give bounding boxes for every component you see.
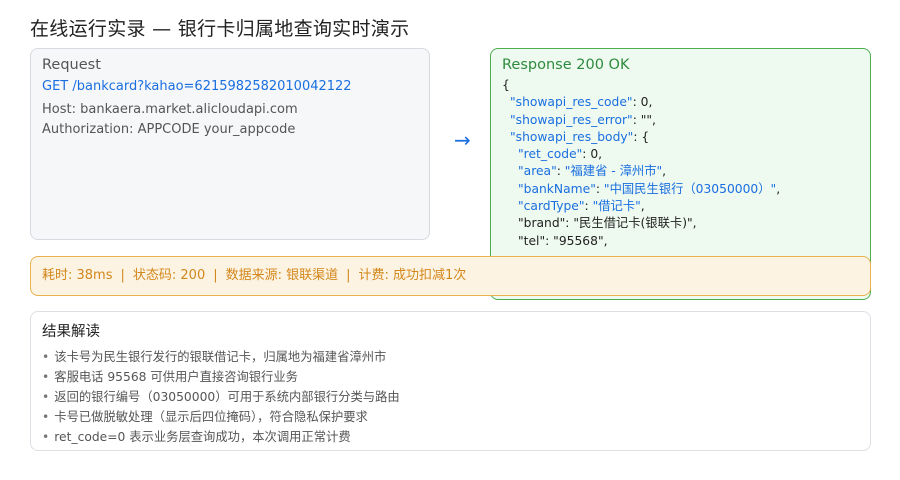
result-item-text: 客服电话 95568 可供用户直接咨询银行业务 [54,370,298,384]
arrow-right-icon: → [454,128,471,152]
result-item-text: 返回的银行编号（03050000）可用于系统内部银行分类与路由 [54,390,400,404]
request-host: Host: bankaera.market.alicloudapi.com [42,102,298,117]
json-text: : "", [632,112,656,127]
request-label: Request [42,57,101,73]
metric-separator: | [346,268,351,283]
list-item: • 该卡号为民生银行发行的银联借记卡，归属地为福建省漳州市 [42,347,859,367]
response-line: "showapi_res_code": 0, [502,94,859,111]
list-item: • 卡号已做脱敏处理（显示后四位掩码），符合隐私保护要求 [42,407,859,427]
response-line: "area": "福建省 - 漳州市", [502,163,859,180]
bullet-icon: • [42,410,50,424]
list-item: • 客服电话 95568 可供用户直接咨询银行业务 [42,367,859,387]
bullet-icon: • [42,370,50,384]
response-line: "brand": "民生借记卡(银联卡)", [502,215,859,232]
metric-source: 数据来源: 银联渠道 [225,268,339,283]
json-text: { [502,78,510,92]
metric-separator: | [120,268,125,283]
json-text: "brand": "民生借记卡(银联卡)", [518,216,697,231]
response-line: "showapi_res_body": { [502,129,859,146]
json-key: "bankName" [518,181,596,196]
json-string: "借记卡" [592,199,641,214]
json-text: "tel": "95568", [518,233,608,248]
bullet-icon: • [42,430,50,444]
response-line: "cardType": "借记卡", [502,198,859,215]
response-json: {"showapi_res_code": 0, "showapi_res_erro… [502,77,859,250]
json-text: : 0, [582,147,603,162]
result-label: 结果解读 [42,324,100,340]
result-item-text: ret_code=0 表示业务层查询成功，本次调用正常计费 [54,430,351,444]
request-url[interactable]: GET /bankcard?kahao=6215982582010042122 [42,77,418,97]
json-text: : { [633,129,650,144]
metric-status: 状态码: 200 [132,268,206,283]
list-item: • 返回的银行编号（03050000）可用于系统内部银行分类与路由 [42,387,859,407]
json-key: "showapi_res_body" [510,129,634,144]
request-panel: Request GET /bankcard?kahao=621598258201… [30,48,430,240]
json-text: : [584,199,593,214]
result-item-text: 该卡号为民生银行发行的银联借记卡，归属地为福建省漳州市 [54,350,387,364]
json-key: "showapi_res_code" [510,95,633,110]
metric-time: 耗时: 38ms [42,268,113,283]
bullet-icon: • [42,390,50,404]
result-panel: 结果解读 • 该卡号为民生银行发行的银联借记卡，归属地为福建省漳州市 • 客服电话 … [30,311,871,451]
request-auth: Authorization: APPCODE your_appcode [42,122,296,137]
response-line: "ret_code": 0, [502,146,859,163]
bullet-icon: • [42,350,50,364]
page-title: 在线运行实录 — 银行卡归属地查询实时演示 [30,18,410,40]
list-item: • ret_code=0 表示业务层查询成功，本次调用正常计费 [42,427,859,447]
response-line: { [502,77,859,94]
json-key: "ret_code" [518,147,583,162]
json-text: , [640,199,645,214]
json-key: "showapi_res_error" [510,112,633,127]
json-text: , [776,181,781,196]
json-text: : 0, [632,95,653,110]
result-list: • 该卡号为民生银行发行的银联借记卡，归属地为福建省漳州市 • 客服电话 95568… [42,347,859,447]
json-text: : [595,181,604,196]
metric-separator: | [213,268,218,283]
response-line: "tel": "95568", [502,233,859,250]
json-key: "cardType" [518,199,585,214]
response-line: "bankName": "中国民生银行（03050000）", [502,181,859,198]
json-text: , [662,164,667,179]
json-string: "中国民生银行（03050000）" [603,181,777,196]
json-key: "area" [518,164,557,179]
json-text: : [556,164,565,179]
result-item-text: 卡号已做脱敏处理（显示后四位掩码），符合隐私保护要求 [54,410,368,424]
response-line: "showapi_res_error": "", [502,112,859,129]
json-string: "福建省 - 漳州市" [564,164,663,179]
metric-billing: 计费: 成功扣减1次 [358,268,467,283]
metrics-bar: 耗时: 38ms | 状态码: 200 | 数据来源: 银联渠道 | 计费: 成功扣减1次 [30,256,871,296]
response-label: Response 200 OK [502,57,630,73]
